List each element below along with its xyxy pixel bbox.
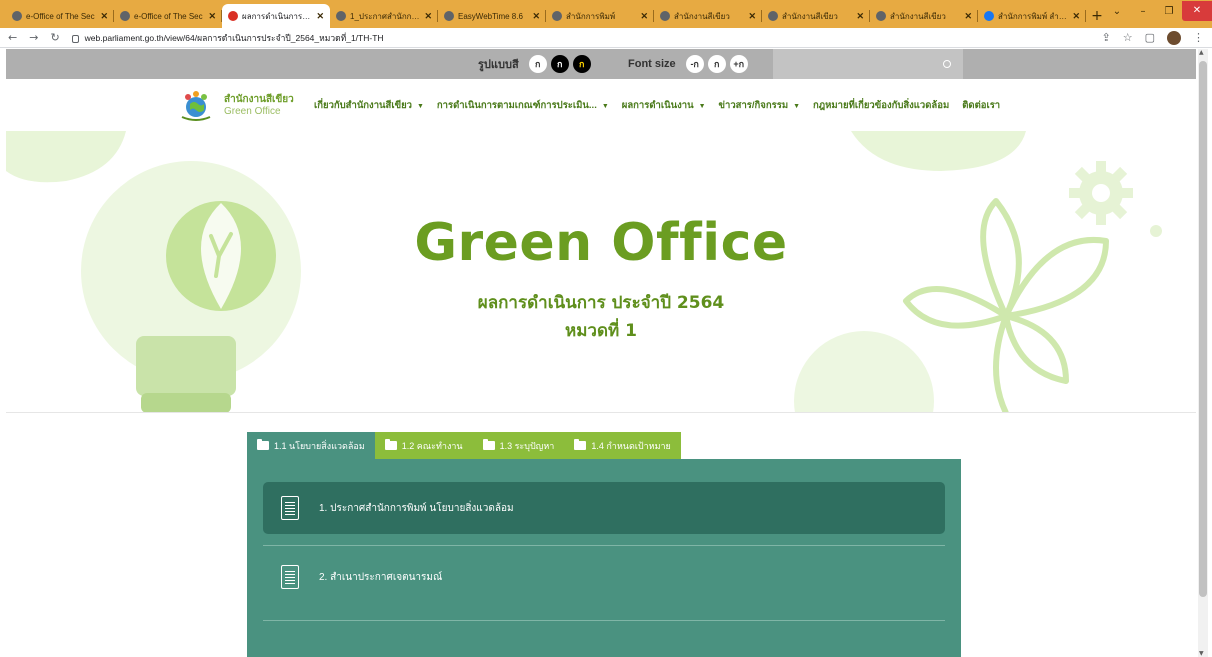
close-tab-icon[interactable]: ✕ <box>748 11 756 22</box>
site-navbar: สำนักงานสีเขียว Green Office เกี่ยวกับสำ… <box>6 79 1196 131</box>
theme-dark-button[interactable]: ก <box>550 55 569 73</box>
address-bar: ← → ↻ web.parliament.go.th/view/64/ผลการ… <box>0 28 1212 48</box>
browser-tab-active[interactable]: ผลการดำเนินการประจำ✕ <box>222 4 330 28</box>
font-normal-button[interactable]: ก <box>707 55 726 73</box>
document-list-item[interactable]: 2. สำเนาประกาศเจตนารมณ์ <box>263 551 945 603</box>
tab-environment-policy[interactable]: 1.1 นโยบายสิ่งแวดล้อม <box>247 432 375 459</box>
menu-item-results[interactable]: ผลการดำเนินงาน ▼ <box>622 98 706 113</box>
favicon-icon <box>768 11 778 21</box>
browser-tab[interactable]: สำนักการพิมพ์ ✕ <box>546 4 654 28</box>
favicon-icon <box>120 11 130 21</box>
font-decrease-button[interactable]: -ก <box>685 55 704 73</box>
caret-down-icon: ▼ <box>416 103 424 110</box>
lock-icon[interactable] <box>71 34 79 43</box>
favicon-icon <box>228 11 238 21</box>
folder-icon <box>482 439 495 450</box>
restore-button[interactable]: ❐ <box>1156 6 1182 17</box>
close-tab-icon[interactable]: ✕ <box>964 11 972 22</box>
site-logo[interactable]: สำนักงานสีเขียว Green Office <box>178 89 294 123</box>
close-tab-icon[interactable]: ✕ <box>1072 11 1080 22</box>
document-icon <box>281 565 299 589</box>
tab-set-goals[interactable]: 1.4 กำหนดเป้าหมาย <box>564 432 681 459</box>
forward-icon[interactable]: → <box>29 31 38 44</box>
green-office-logo-icon <box>181 91 211 121</box>
folder-icon <box>574 439 587 450</box>
browser-tab[interactable]: สำนักงานสีเขียว ✕ <box>762 4 870 28</box>
hero-subtitle-category: หมวดที่ 1 <box>565 321 637 341</box>
theme-contrast-button[interactable]: ก <box>572 55 591 73</box>
menu-item-contact[interactable]: ติดต่อเรา <box>962 98 1000 113</box>
profile-avatar[interactable] <box>1167 30 1181 45</box>
scroll-up-icon[interactable]: ▲ <box>1199 49 1204 56</box>
accessibility-bar: รูปแบบสี ก ก ก Font size -ก ก +ก <box>6 49 1196 79</box>
close-window-button[interactable]: ✕ <box>1182 1 1212 21</box>
browser-tab[interactable]: สำนักงานสีเขียว ✕ <box>870 4 978 28</box>
back-icon[interactable]: ← <box>8 31 17 44</box>
menu-item-news[interactable]: ข่าวสาร/กิจกรรม ▼ <box>719 98 801 113</box>
font-increase-button[interactable]: +ก <box>729 55 748 73</box>
share-icon[interactable]: ⇪ <box>1102 31 1111 44</box>
caret-down-icon: ▼ <box>601 103 609 110</box>
menu-kebab-icon[interactable]: ⋮ <box>1193 31 1204 44</box>
tab-panel: 1. ประกาศสำนักการพิมพ์ นโยบายสิ่งแวดล้อม… <box>247 459 961 657</box>
browser-tab[interactable]: สำนักการพิมพ์ สำนักง ✕ <box>978 4 1086 28</box>
folder-icon <box>384 439 397 450</box>
font-size-group: Font size -ก ก +ก <box>628 55 748 73</box>
favicon-icon <box>876 11 886 21</box>
theme-default-button[interactable]: ก <box>528 55 547 73</box>
list-divider <box>263 545 945 546</box>
main-menu: เกี่ยวกับสำนักงานสีเขียว ▼ การดำเนินการตา… <box>314 98 1000 113</box>
browser-tab[interactable]: e-Office of The Sec ✕ <box>6 4 114 28</box>
page-scrollbar[interactable]: ▲ ▼ <box>1198 49 1208 657</box>
caret-down-icon: ▼ <box>793 103 801 110</box>
menu-item-laws[interactable]: กฎหมายที่เกี่ยวข้องกับสิ่งแวดล้อม <box>813 98 949 113</box>
browser-tab[interactable]: e-Office of The Sec ✕ <box>114 4 222 28</box>
browser-tabstrip: e-Office of The Sec ✕ e-Office of The Sec… <box>0 0 1212 28</box>
favicon-icon <box>444 11 454 21</box>
hero-title: Green Office <box>414 213 788 273</box>
folder-icon <box>257 439 269 450</box>
close-tab-icon[interactable]: ✕ <box>640 11 648 22</box>
reload-icon[interactable]: ↻ <box>50 31 59 44</box>
search-icon[interactable] <box>943 60 951 68</box>
window-controls: ⌄ – ❐ ✕ <box>1104 0 1212 22</box>
close-tab-icon[interactable]: ✕ <box>532 11 540 22</box>
menu-item-criteria[interactable]: การดำเนินการตามเกณฑ์การประเมิน... ▼ <box>437 98 609 113</box>
favicon-icon <box>552 11 562 21</box>
sidepanel-icon[interactable]: ▢ <box>1145 31 1155 44</box>
hero-banner: Green Office ผลการดำเนินการ ประจำปี 2564… <box>6 131 1196 413</box>
document-list-item[interactable]: 1. ประกาศสำนักการพิมพ์ นโยบายสิ่งแวดล้อม <box>263 482 945 534</box>
close-tab-icon[interactable]: ✕ <box>424 11 432 22</box>
close-tab-icon[interactable]: ✕ <box>316 11 324 22</box>
tab-search-icon[interactable]: ⌄ <box>1104 6 1130 17</box>
bookmark-star-icon[interactable]: ☆ <box>1123 31 1133 44</box>
category-tabs: 1.1 นโยบายสิ่งแวดล้อม 1.2 คณะทำงาน 1.3 ร… <box>247 432 681 459</box>
close-tab-icon[interactable]: ✕ <box>208 11 216 22</box>
document-icon <box>281 496 299 520</box>
close-tab-icon[interactable]: ✕ <box>100 11 108 22</box>
close-tab-icon[interactable]: ✕ <box>856 11 864 22</box>
favicon-icon <box>336 11 346 21</box>
scroll-down-icon[interactable]: ▼ <box>1199 650 1204 657</box>
browser-tab[interactable]: EasyWebTime 8.6 ✕ <box>438 4 546 28</box>
favicon-icon <box>12 11 22 21</box>
url-field[interactable]: web.parliament.go.th/view/64/ผลการดำเนิน… <box>71 31 1090 45</box>
tab-working-committee[interactable]: 1.2 คณะทำงาน <box>374 432 473 459</box>
list-divider <box>263 620 945 621</box>
hero-subtitle: ผลการดำเนินการ ประจำปี 2564 <box>477 293 725 313</box>
color-theme-group: รูปแบบสี ก ก ก <box>478 55 591 73</box>
facebook-favicon-icon <box>984 11 994 21</box>
content-section: 1.1 นโยบายสิ่งแวดล้อม 1.2 คณะทำงาน 1.3 ร… <box>6 413 1196 657</box>
tab-identify-problems[interactable]: 1.3 ระบุปัญหา <box>472 432 565 459</box>
menu-item-about[interactable]: เกี่ยวกับสำนักงานสีเขียว ▼ <box>314 98 424 113</box>
favicon-icon <box>660 11 670 21</box>
browser-tab[interactable]: สำนักงานสีเขียว ✕ <box>654 4 762 28</box>
scrollbar-thumb[interactable] <box>1199 61 1207 597</box>
browser-tab[interactable]: 1_ประกาศสำนักการพิมพ์✕ <box>330 4 438 28</box>
caret-down-icon: ▼ <box>698 103 706 110</box>
minimize-button[interactable]: – <box>1130 6 1156 17</box>
site-search-input[interactable] <box>773 49 963 79</box>
